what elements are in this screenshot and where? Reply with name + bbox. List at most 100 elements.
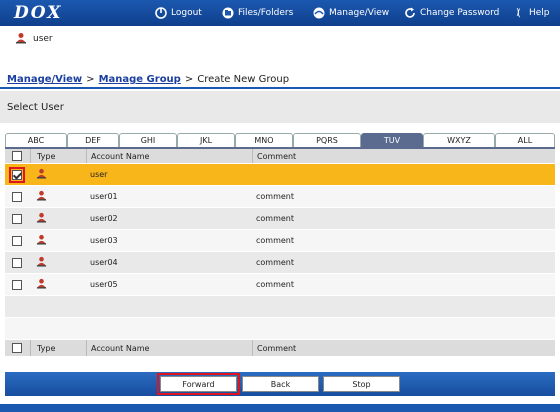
table-row[interactable]: user bbox=[5, 164, 555, 186]
logout-icon bbox=[155, 7, 167, 19]
manage-view-label: Manage/View bbox=[329, 8, 390, 18]
account-name-cell: user05 bbox=[90, 280, 118, 289]
account-name-cell: user02 bbox=[90, 214, 118, 223]
forward-button[interactable]: Forward bbox=[157, 373, 240, 395]
manage-view-link[interactable]: Manage/View bbox=[313, 0, 389, 26]
alphabet-tabs: ABC DEF GHI JKL MNO PQRS TUV WXYZ ALL bbox=[5, 133, 555, 147]
row-checkbox-cell bbox=[5, 274, 29, 295]
tab-all[interactable]: ALL bbox=[495, 133, 555, 147]
user-type-icon bbox=[36, 190, 47, 203]
column-header-comment: Comment bbox=[252, 149, 552, 163]
select-all-checkbox-footer[interactable] bbox=[12, 343, 22, 353]
row-checkbox[interactable] bbox=[12, 213, 22, 224]
empty-row bbox=[5, 318, 555, 340]
type-cell bbox=[30, 274, 85, 295]
dox-logo: DOX bbox=[14, 3, 63, 23]
action-bar: Forward Back Stop bbox=[5, 372, 555, 396]
breadcrumb: Manage/View > Manage Group > Create New … bbox=[0, 72, 560, 89]
select-all-checkbox[interactable] bbox=[12, 151, 22, 161]
row-checkbox[interactable] bbox=[12, 169, 22, 180]
tab-def[interactable]: DEF bbox=[67, 133, 119, 147]
comment-cell: comment bbox=[256, 258, 295, 267]
user-type-icon bbox=[36, 212, 47, 225]
breadcrumb-manage-view[interactable]: Manage/View bbox=[7, 74, 82, 85]
breadcrumb-separator: > bbox=[184, 74, 194, 85]
comment-cell bbox=[252, 164, 552, 185]
table-header-row: Type Account Name Comment bbox=[5, 147, 555, 164]
tab-abc[interactable]: ABC bbox=[5, 133, 67, 147]
empty-row bbox=[5, 296, 555, 318]
logout-link[interactable]: Logout bbox=[155, 0, 202, 26]
breadcrumb-manage-group[interactable]: Manage Group bbox=[99, 74, 181, 85]
table-row[interactable]: user05 comment bbox=[5, 274, 555, 296]
tab-wxyz[interactable]: WXYZ bbox=[423, 133, 495, 147]
column-footer-comment: Comment bbox=[252, 340, 552, 356]
files-folders-link[interactable]: Files/Folders bbox=[222, 0, 293, 26]
user-type-icon bbox=[36, 256, 47, 269]
account-name-cell: user03 bbox=[90, 236, 118, 245]
back-button[interactable]: Back bbox=[242, 376, 319, 392]
files-folders-icon bbox=[222, 7, 234, 19]
header-checkbox-cell bbox=[5, 149, 29, 163]
footer-checkbox-cell bbox=[5, 340, 29, 356]
user-icon bbox=[15, 32, 27, 47]
row-checkbox-cell bbox=[5, 252, 29, 273]
comment-cell: comment bbox=[256, 192, 295, 201]
comment-cell: comment bbox=[256, 214, 295, 223]
account-name-cell: user04 bbox=[90, 258, 118, 267]
row-checkbox[interactable] bbox=[12, 279, 22, 290]
change-password-link[interactable]: Change Password bbox=[404, 0, 499, 26]
table-row[interactable]: user01 comment bbox=[5, 186, 555, 208]
type-cell bbox=[30, 164, 85, 185]
bottom-bar bbox=[0, 404, 560, 412]
table-footer-row: Type Account Name Comment bbox=[5, 340, 555, 357]
table-row[interactable]: user02 comment bbox=[5, 208, 555, 230]
type-cell bbox=[30, 230, 85, 251]
comment-cell: comment bbox=[256, 280, 295, 289]
comment-cell: comment bbox=[256, 236, 295, 245]
section-header: Select User bbox=[0, 91, 560, 123]
change-password-icon bbox=[404, 7, 416, 19]
column-footer-account: Account Name bbox=[86, 340, 251, 356]
tab-mno[interactable]: MNO bbox=[235, 133, 293, 147]
table-row[interactable]: user03 comment bbox=[5, 230, 555, 252]
row-checkbox-cell bbox=[5, 186, 29, 207]
current-user-bar: user bbox=[0, 26, 560, 72]
user-selection-panel: ABC DEF GHI JKL MNO PQRS TUV WXYZ ALL Ty… bbox=[0, 123, 560, 373]
stop-button[interactable]: Stop bbox=[323, 376, 400, 392]
breadcrumb-current: Create New Group bbox=[197, 74, 290, 85]
help-label: Help bbox=[529, 8, 550, 18]
tab-tuv[interactable]: TUV bbox=[361, 133, 423, 147]
user-type-icon bbox=[36, 168, 47, 181]
breadcrumb-separator: > bbox=[86, 74, 95, 85]
type-cell bbox=[30, 208, 85, 229]
account-name-cell: user bbox=[90, 170, 108, 179]
tab-pqrs[interactable]: PQRS bbox=[293, 133, 361, 147]
top-navigation-bar: DOX Logout Files/Folders Manage/View Cha… bbox=[0, 0, 560, 26]
change-password-label: Change Password bbox=[420, 8, 500, 18]
help-paren-close: ) bbox=[516, 8, 520, 18]
tab-ghi[interactable]: GHI bbox=[119, 133, 177, 147]
page-title: Select User bbox=[7, 101, 64, 113]
files-folders-label: Files/Folders bbox=[238, 8, 294, 18]
row-checkbox[interactable] bbox=[12, 235, 22, 246]
tab-jkl[interactable]: JKL bbox=[177, 133, 235, 147]
account-name-cell: user01 bbox=[90, 192, 118, 201]
row-checkbox-cell bbox=[5, 208, 29, 229]
row-checkbox[interactable] bbox=[12, 257, 22, 268]
table-row[interactable]: user04 comment bbox=[5, 252, 555, 274]
help-link[interactable]: ( Help ) bbox=[513, 0, 550, 26]
column-footer-type: Type bbox=[30, 340, 85, 356]
type-cell bbox=[30, 252, 85, 273]
row-checkbox-highlight bbox=[9, 166, 25, 183]
user-type-icon bbox=[36, 234, 47, 247]
current-user-name: user bbox=[33, 34, 53, 44]
user-type-icon bbox=[36, 278, 47, 291]
manage-view-icon bbox=[313, 7, 325, 19]
type-cell bbox=[30, 186, 85, 207]
row-checkbox-cell bbox=[5, 230, 29, 251]
user-table: Type Account Name Comment user user01 co… bbox=[5, 147, 555, 357]
column-header-type: Type bbox=[30, 149, 85, 163]
row-checkbox[interactable] bbox=[12, 191, 22, 202]
logout-label: Logout bbox=[171, 8, 202, 18]
